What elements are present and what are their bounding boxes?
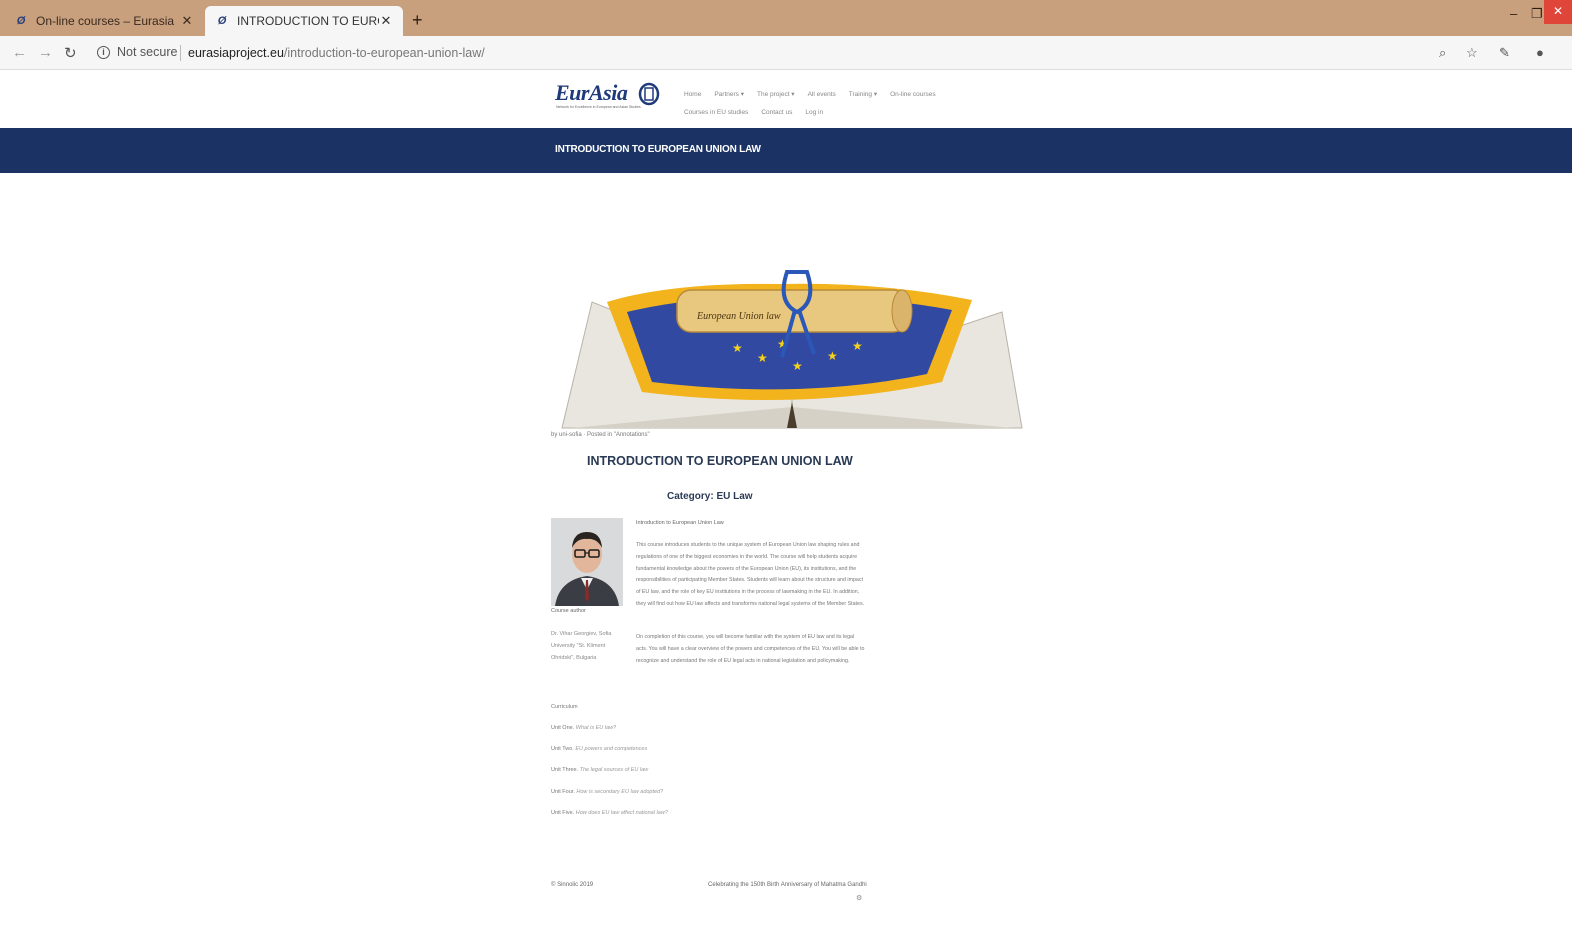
footer-settings-icon[interactable]: ⚙ xyxy=(856,894,862,902)
nav-item-log-in[interactable]: Log in xyxy=(805,109,823,116)
intro-heading: Introduction to European Union Law xyxy=(636,520,724,526)
zoom-icon[interactable]: ⌕ xyxy=(1439,45,1446,61)
minimize-icon[interactable]: – xyxy=(1510,6,1517,21)
restore-icon[interactable]: ❐ xyxy=(1531,6,1543,22)
logo-tagline: Network for Excellence in European and A… xyxy=(556,105,641,109)
post-title: INTRODUCTION TO EUROPEAN UNION LAW xyxy=(587,454,853,468)
main-navigation: Home Partners ▾ The project ▾ All events Tra… xyxy=(684,86,974,122)
eyedropper-icon[interactable]: ✎ xyxy=(1499,45,1510,61)
tab-close-icon[interactable]: ✕ xyxy=(379,13,393,29)
tab-online-courses[interactable]: Ø On-line courses – Eurasia ✕ xyxy=(4,6,204,36)
page-title: INTRODUCTION TO EUROPEAN UNION LAW xyxy=(555,144,761,155)
back-icon[interactable]: ← xyxy=(12,44,27,61)
unit-label: Unit Five. xyxy=(551,810,575,816)
reload-icon[interactable]: ↻ xyxy=(64,44,77,62)
site-favicon-icon: Ø xyxy=(16,15,26,27)
footer-copyright: © Sinnolic 2019 xyxy=(551,882,594,888)
nav-item-the-project[interactable]: The project ▾ xyxy=(757,91,795,98)
new-tab-button[interactable]: + xyxy=(412,10,423,31)
unit-title: How is secondary EU law adopted? xyxy=(576,789,664,795)
unit-label: Unit Four. xyxy=(551,789,575,795)
nav-item-home[interactable]: Home xyxy=(684,91,701,98)
author-portrait-icon xyxy=(551,518,623,606)
nav-item-contact-us[interactable]: Contact us xyxy=(761,109,792,116)
curriculum-unit[interactable]: Unit Three. The legal sources of EU law xyxy=(551,767,648,773)
footer-celebration: Celebrating the 150th Birth Anniversary … xyxy=(708,882,867,888)
page-title-banner: INTRODUCTION TO EUROPEAN UNION LAW xyxy=(0,128,1572,173)
unit-title: EU powers and competences xyxy=(575,746,648,752)
unit-title: What is EU law? xyxy=(575,725,617,731)
unit-label: Unit One. xyxy=(551,725,575,731)
browser-toolbar: ← → ↻ i Not secure eurasiaproject.eu/int… xyxy=(0,36,1572,70)
svg-text:★: ★ xyxy=(792,359,803,373)
nav-item-courses-eu-studies[interactable]: Courses in EU studies xyxy=(684,109,748,116)
author-label: Course author xyxy=(551,608,586,614)
forward-icon[interactable]: → xyxy=(38,44,53,61)
tab-title: INTRODUCTION TO EUROPEAN xyxy=(237,14,379,28)
tab-close-icon[interactable]: ✕ xyxy=(180,13,194,29)
svg-text:★: ★ xyxy=(732,341,743,355)
unit-title: How does EU law affect national law? xyxy=(575,810,668,816)
site-logo[interactable]: EurAsia Network for Excellence in Europe… xyxy=(555,80,665,114)
url-separator xyxy=(180,45,181,61)
author-name: Dr. Vihar Georgiev, Sofia University "St… xyxy=(551,631,612,661)
logo-text: EurAsia xyxy=(555,80,628,105)
author-photo xyxy=(551,518,623,606)
url-domain: eurasiaproject.eu xyxy=(188,46,284,60)
nav-item-online-courses[interactable]: On-line courses xyxy=(890,91,936,98)
tab-title: On-line courses – Eurasia xyxy=(36,14,175,28)
unit-label: Unit Two. xyxy=(551,746,574,752)
unit-label: Unit Three. xyxy=(551,767,579,773)
window-close-icon[interactable]: ✕ xyxy=(1544,0,1572,24)
nav-item-training[interactable]: Training ▾ xyxy=(849,91,877,98)
description-paragraph-2: On completion of this course, you will b… xyxy=(636,634,865,664)
curriculum-unit[interactable]: Unit Two. EU powers and competences xyxy=(551,746,647,752)
site-favicon-icon: Ø xyxy=(217,15,227,27)
svg-text:★: ★ xyxy=(827,349,838,363)
description-paragraph-1: This course introduces students to the u… xyxy=(636,542,865,607)
unit-title: The legal sources of EU law xyxy=(579,767,649,773)
info-icon: i xyxy=(97,45,110,59)
svg-text:★: ★ xyxy=(757,351,768,365)
category-heading: Category: EU Law xyxy=(667,491,753,502)
curriculum-unit[interactable]: Unit Five. How does EU law affect nation… xyxy=(551,810,668,816)
nav-item-partners[interactable]: Partners ▾ xyxy=(714,91,744,98)
curriculum-heading: Curriculum xyxy=(551,704,578,710)
nav-item-all-events[interactable]: All events xyxy=(808,91,836,98)
bookmark-star-icon[interactable]: ☆ xyxy=(1466,45,1478,61)
hero-image: ★★★ ★★★ European Union law xyxy=(561,270,1023,429)
security-label: Not secure xyxy=(117,45,178,59)
scroll-text: European Union law xyxy=(696,311,781,322)
tab-introduction[interactable]: Ø INTRODUCTION TO EUROPEAN ✕ xyxy=(205,6,403,36)
address-bar[interactable]: eurasiaproject.eu/introduction-to-europe… xyxy=(188,46,485,60)
security-indicator[interactable]: i Not secure xyxy=(97,45,177,59)
browser-tab-bar: Ø On-line courses – Eurasia ✕ Ø INTRODUC… xyxy=(0,0,1572,36)
logo-mark-icon xyxy=(638,82,660,106)
post-meta: by uni-sofia · Posted in "Annotations" xyxy=(551,432,650,438)
svg-text:★: ★ xyxy=(852,339,863,353)
curriculum-unit[interactable]: Unit Four. How is secondary EU law adopt… xyxy=(551,789,663,795)
url-path: /introduction-to-european-union-law/ xyxy=(283,46,485,60)
profile-icon[interactable]: ● xyxy=(1536,45,1544,60)
curriculum-unit[interactable]: Unit One. What is EU law? xyxy=(551,725,616,731)
